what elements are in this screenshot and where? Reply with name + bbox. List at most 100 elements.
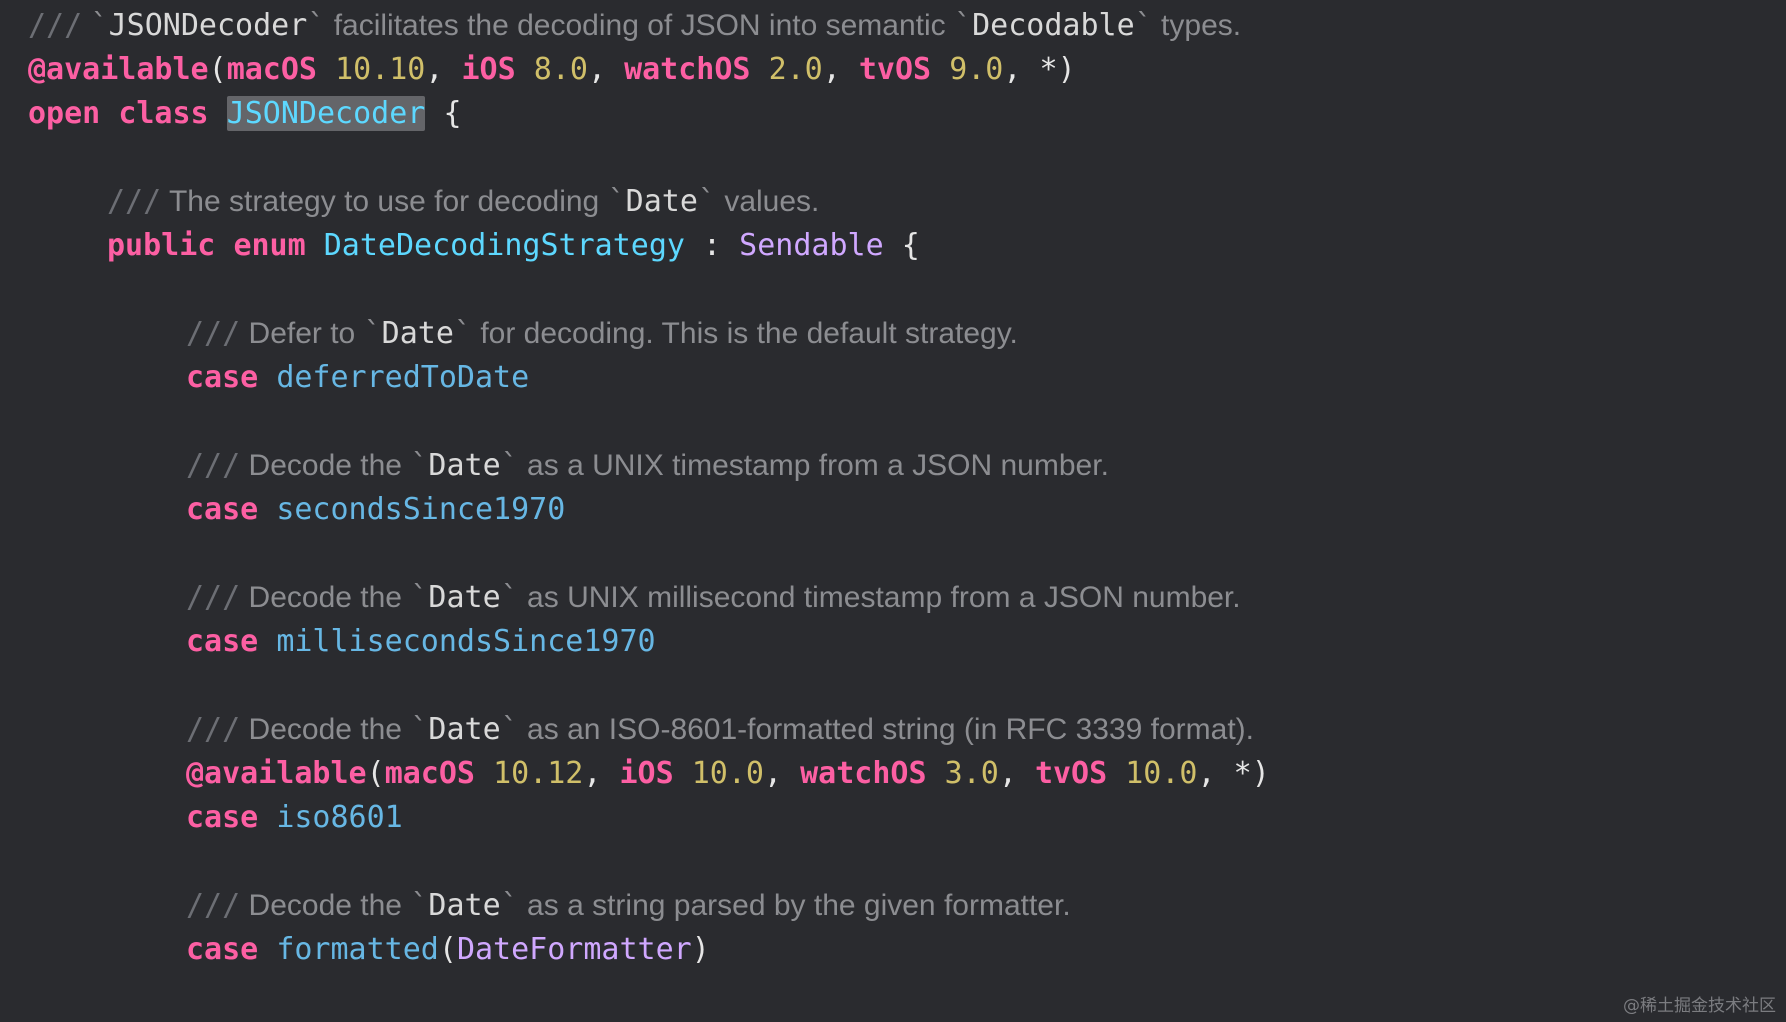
keyword-case: case [186,624,259,659]
platform-name: iOS [619,756,674,791]
open-brace: { [901,228,920,263]
doc-comment-slashes: /// [186,888,241,923]
platform-version: 2.0 [768,52,823,87]
available-attribute: @available [28,52,209,87]
doc-text: Decode the [248,713,402,746]
platform-name: tvOS [858,52,932,87]
backtick: ` [607,184,626,219]
keyword-enum: enum [233,228,306,263]
doc-text: Defer to [248,317,356,350]
code-line-case-doc: /// Decode the `Date` as a string parsed… [28,884,1786,928]
protocol-name[interactable]: Sendable [739,228,884,263]
wildcard-platform: * [1233,756,1252,791]
backtick: ` [410,712,429,747]
doc-comment-slashes: /// [107,184,162,219]
backtick: ` [1134,8,1153,43]
platform-name: macOS [384,756,475,791]
doc-text: as UNIX millisecond timestamp from a JSO… [527,581,1241,614]
enum-name[interactable]: DateDecodingStrategy [324,228,685,263]
doc-text: types. [1161,9,1242,42]
backtick: ` [500,888,519,923]
code-line-case: case deferredToDate [28,356,1786,400]
keyword-open: open [28,96,101,131]
case-name[interactable]: secondsSince1970 [276,492,565,527]
platform-name: tvOS [1034,756,1108,791]
keyword-case: case [186,800,259,835]
available-attribute: @available [186,756,367,791]
backtick: ` [363,316,382,351]
case-name[interactable]: formatted [276,932,439,967]
backtick: ` [453,316,472,351]
code-editor[interactable]: /// `JSONDecoder` facilitates the decodi… [28,4,1786,972]
code-line-case: case secondsSince1970 [28,488,1786,532]
keyword-case: case [186,360,259,395]
doc-text: Decode the [248,449,402,482]
doc-code-ref: Date [428,580,501,615]
code-line-available-1: @available(macOS 10.10, iOS 8.0, watchOS… [28,52,1076,87]
backtick: ` [410,448,429,483]
doc-text: for decoding. This is the default strate… [480,317,1018,350]
doc-code-ref: Decodable [972,8,1135,43]
keyword-public: public [107,228,216,263]
platform-version: 10.12 [493,756,584,791]
doc-code-ref: Date [625,184,698,219]
platform-version: 10.0 [1125,756,1198,791]
backtick: ` [500,448,519,483]
backtick: ` [410,888,429,923]
keyword-case: case [186,492,259,527]
doc-text: Decode the [248,889,402,922]
doc-code-ref: JSONDecoder [108,8,308,43]
case-name[interactable]: deferredToDate [276,360,529,395]
code-line-case-doc: /// Decode the `Date` as a UNIX timestam… [28,444,1786,488]
platform-version: 3.0 [944,756,999,791]
platform-name: macOS [226,52,317,87]
doc-comment-slashes: /// [186,712,241,747]
class-name-selected[interactable]: JSONDecoder [226,96,426,131]
keyword-class: class [118,96,209,131]
doc-comment-slashes: /// [186,448,241,483]
code-line-available-2: @available(macOS 10.12, iOS 10.0, watchO… [186,756,1270,791]
doc-text: The strategy to use for decoding [168,185,600,218]
code-line-enum-doc: /// The strategy to use for decoding `Da… [28,180,1786,224]
doc-comment-slashes: /// [186,316,241,351]
platform-name: iOS [461,52,516,87]
code-line-case-doc: /// Decode the `Date` as UNIX millisecon… [28,576,1786,620]
colon: : [703,228,722,263]
doc-comment-slashes: /// [186,580,241,615]
code-line-case-doc: /// Decode the `Date` as an ISO-8601-for… [28,708,1786,752]
doc-code-ref: Date [381,316,454,351]
backtick: ` [90,8,109,43]
backtick: ` [500,712,519,747]
case-name[interactable]: iso8601 [276,800,402,835]
wildcard-platform: * [1039,52,1058,87]
platform-version: 9.0 [949,52,1004,87]
doc-code-ref: Date [428,888,501,923]
platform-name: watchOS [624,52,751,87]
doc-text: values. [724,185,820,218]
doc-code-ref: Date [428,712,501,747]
backtick: ` [410,580,429,615]
doc-text: as a string parsed by the given formatte… [527,889,1071,922]
param-type[interactable]: DateFormatter [457,932,692,967]
watermark: @稀土掘金技术社区 [1623,996,1776,1016]
keyword-case: case [186,932,259,967]
code-line-class-decl: open class JSONDecoder { [28,92,1786,136]
backtick: ` [307,8,326,43]
doc-text: facilitates the decoding of JSON into se… [333,9,946,42]
case-name[interactable]: millisecondsSince1970 [276,624,655,659]
code-line-case: case formatted(DateFormatter) [186,932,710,967]
backtick: ` [697,184,716,219]
doc-text: Decode the [248,581,402,614]
platform-version: 10.0 [691,756,764,791]
code-line-case-doc: /// Defer to `Date` for decoding. This i… [28,312,1786,356]
code-line-class-doc: /// `JSONDecoder` facilitates the decodi… [28,4,1786,48]
backtick: ` [954,8,973,43]
platform-version: 10.10 [335,52,426,87]
platform-name: watchOS [800,756,927,791]
